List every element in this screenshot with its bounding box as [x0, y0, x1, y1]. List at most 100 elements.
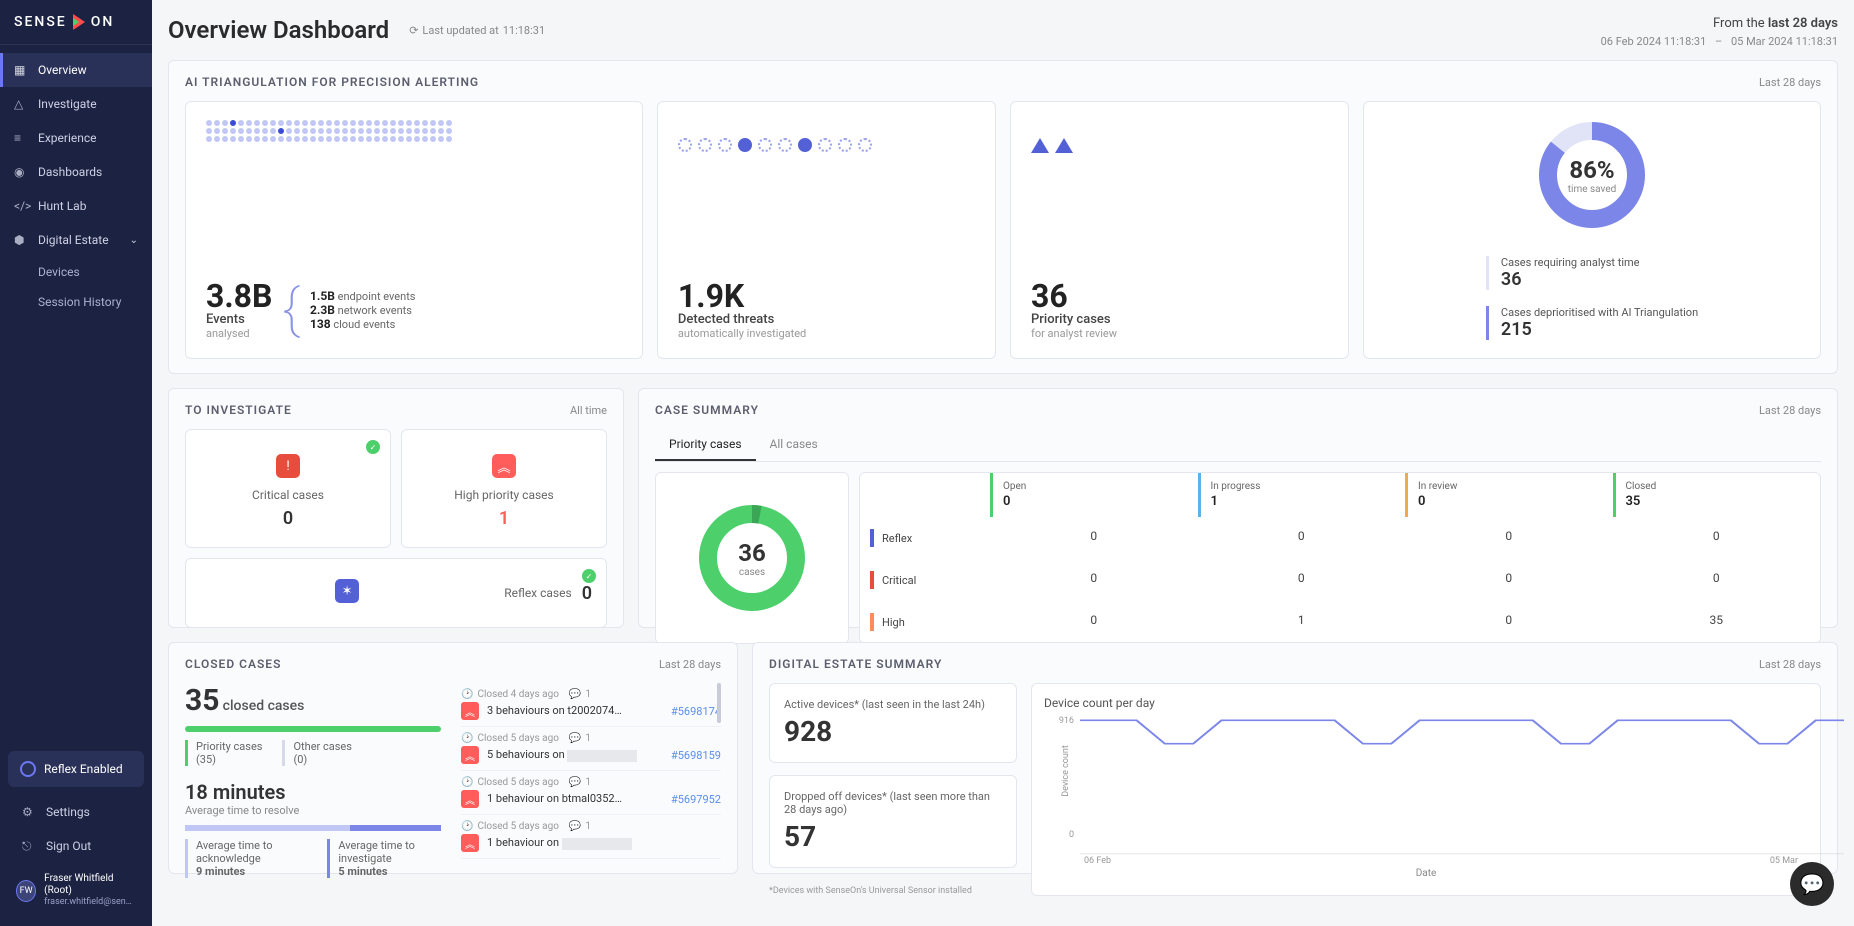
main-content: Overview Dashboard ⟳ Last updated at 11:… — [152, 0, 1854, 926]
list-item[interactable]: 🕑Closed 5 days ago💬1 ︽1 behaviour on — [461, 815, 721, 859]
page-title: Overview Dashboard — [168, 16, 389, 44]
nav-signout[interactable]: ⎋Sign Out — [8, 829, 144, 863]
reflex-label: Reflex Enabled — [44, 762, 123, 776]
nav-label: Investigate — [38, 97, 97, 111]
cube-icon: ⬢ — [14, 233, 28, 247]
donut-label: time saved — [1568, 184, 1617, 195]
nav-settings[interactable]: ⚙Settings — [8, 795, 144, 829]
list-item[interactable]: 🕑Closed 5 days ago💬1 ︽1 behaviour on btm… — [461, 771, 721, 815]
date-start: 06 Feb 2024 11:18:31 — [1601, 35, 1707, 48]
stat-requiring-time: Cases requiring analyst time 36 — [1486, 256, 1698, 290]
nav-dashboards[interactable]: ◉Dashboards — [0, 155, 152, 189]
threats-viz — [678, 120, 975, 170]
section-range: All time — [570, 404, 607, 417]
card-reflex-cases[interactable]: ✓ ✶ Reflex cases 0 — [185, 558, 607, 628]
gear-icon: ⚙ — [22, 805, 36, 819]
nav-experience[interactable]: ≡ Experience — [0, 121, 152, 155]
reflex-icon: ✶ — [335, 579, 359, 603]
closed-list[interactable]: 🕑Closed 4 days ago💬1 ︽3 behaviours on t2… — [461, 683, 721, 892]
code-icon: </> — [14, 199, 28, 213]
section-range: Last 28 days — [1759, 658, 1821, 671]
card-threats: 1.9K Detected threats automatically inve… — [657, 101, 996, 359]
nav-devices[interactable]: Devices — [0, 257, 152, 287]
signout-icon: ⎋ — [22, 839, 36, 853]
grid-icon: ▦ — [14, 63, 28, 77]
section-title: CASE SUMMARY — [655, 403, 759, 417]
card-events: 3.8B Events analysed { 1.5B endpoint eve… — [185, 101, 643, 359]
card-label: Critical cases — [204, 488, 372, 502]
card-value: 0 — [204, 508, 372, 529]
nav-huntlab[interactable]: </>Hunt Lab — [0, 189, 152, 223]
closed-stats: 35 closed cases Priority cases(35) Other… — [185, 683, 441, 892]
scrollbar[interactable] — [717, 683, 721, 723]
brand-logo: SENSE ON — [0, 0, 152, 45]
card-dropped-devices: Dropped off devices* (last seen more tha… — [769, 775, 1017, 868]
card-label: Reflex cases — [504, 586, 571, 600]
page-header: Overview Dashboard ⟳ Last updated at 11:… — [168, 0, 1838, 60]
nav-session-history[interactable]: Session History — [0, 287, 152, 317]
brand-suffix: ON — [91, 14, 115, 30]
date-end: 05 Mar 2024 11:18:31 — [1731, 35, 1838, 48]
card-value: 1 — [420, 508, 588, 529]
section-title: CLOSED CASES — [185, 657, 281, 671]
tab-priority-cases[interactable]: Priority cases — [655, 429, 756, 461]
section-closed-cases: CLOSED CASES Last 28 days 35 closed case… — [168, 642, 738, 874]
list-item[interactable]: 🕑Closed 4 days ago💬1 ︽3 behaviours on t2… — [461, 683, 721, 727]
case-tabs: Priority cases All cases — [655, 429, 1821, 462]
section-case-summary: CASE SUMMARY Last 28 days Priority cases… — [638, 388, 1838, 628]
section-title: AI TRIANGULATION FOR PRECISION ALERTING — [185, 75, 479, 89]
nav-label: Experience — [38, 131, 97, 145]
card-high-cases[interactable]: ︽ High priority cases 1 — [401, 429, 607, 548]
card-label: Dropped off devices* (last seen more tha… — [784, 790, 1002, 816]
user-profile[interactable]: FW Fraser Whitfield (Root) fraser.whitfi… — [8, 863, 144, 918]
sidebar: SENSE ON ▦Overview △ Investigate ≡ Experie… — [0, 0, 152, 926]
card-value: 57 — [784, 820, 1002, 853]
time-saved-donut: 86% time saved — [1537, 120, 1647, 230]
sidebar-bottom: Reflex Enabled ⚙Settings ⎋Sign Out FW Fr… — [0, 743, 152, 926]
x-axis-label: Date — [1044, 868, 1808, 879]
user-meta: Fraser Whitfield (Root) fraser.whitfield… — [44, 873, 136, 908]
device-count-chart: Device count per day Device count 916 0 — [1031, 683, 1821, 896]
case-donut: 36 cases — [655, 472, 849, 644]
critical-icon: ! — [276, 454, 300, 478]
card-label: Active devices* (last seen in the last 2… — [784, 698, 1002, 711]
card-priority: 36 Priority cases for analyst review — [1010, 101, 1349, 359]
brand-text: SENSE — [14, 14, 67, 30]
threats-label: Detected threats — [678, 312, 975, 327]
events-breakdown: 1.5B endpoint events 2.3B network events… — [310, 289, 416, 331]
alert-icon: △ — [14, 97, 28, 111]
card-label: High priority cases — [420, 488, 588, 502]
high-icon: ︽ — [492, 454, 516, 478]
priority-total: 36 — [1031, 280, 1328, 312]
card-critical-cases[interactable]: ✓ ! Critical cases 0 — [185, 429, 391, 548]
updated-time: 11:18:31 — [503, 24, 545, 37]
avg-resolve-label: Average time to resolve — [185, 804, 441, 817]
section-title: TO INVESTIGATE — [185, 403, 292, 417]
table-row: Critical 0000 — [860, 559, 1820, 601]
closed-count: 35 — [185, 683, 219, 718]
priority-label: Priority cases — [1031, 312, 1328, 327]
donut-percent: 86% — [1569, 156, 1614, 184]
table-row: High 01035 — [860, 601, 1820, 643]
nav-label: Digital Estate — [38, 233, 109, 247]
tab-all-cases[interactable]: All cases — [756, 429, 832, 461]
chat-fab[interactable]: 💬 — [1790, 862, 1834, 906]
brand-play-icon — [73, 14, 85, 30]
list-item[interactable]: 🕑Closed 5 days ago💬1 ︽5 behaviours on #5… — [461, 727, 721, 771]
nav-overview[interactable]: ▦Overview — [0, 53, 152, 87]
nav-investigate[interactable]: △ Investigate — [0, 87, 152, 121]
list-icon: ≡ — [14, 131, 28, 145]
user-name: Fraser Whitfield (Root) — [44, 873, 136, 897]
donut-value: 36 — [738, 539, 766, 567]
header-daterange[interactable]: From the last 28 days 06 Feb 2024 11:18:… — [1601, 16, 1838, 48]
case-table: Open0 In progress1 In review0 Closed35 R… — [859, 472, 1821, 644]
y-axis: 916 0 — [1044, 716, 1078, 856]
date-sep: – — [1715, 35, 1722, 48]
avatar: FW — [16, 880, 36, 902]
avg-ack: Average time to acknowledge9 minutes — [185, 839, 307, 878]
donut-label: cases — [739, 567, 765, 578]
time-breakdown-bar — [185, 825, 441, 831]
priority-viz — [1031, 120, 1328, 170]
reflex-toggle[interactable]: Reflex Enabled — [8, 751, 144, 787]
nav-digital-estate[interactable]: ⬢Digital Estate⌄ — [0, 223, 152, 257]
